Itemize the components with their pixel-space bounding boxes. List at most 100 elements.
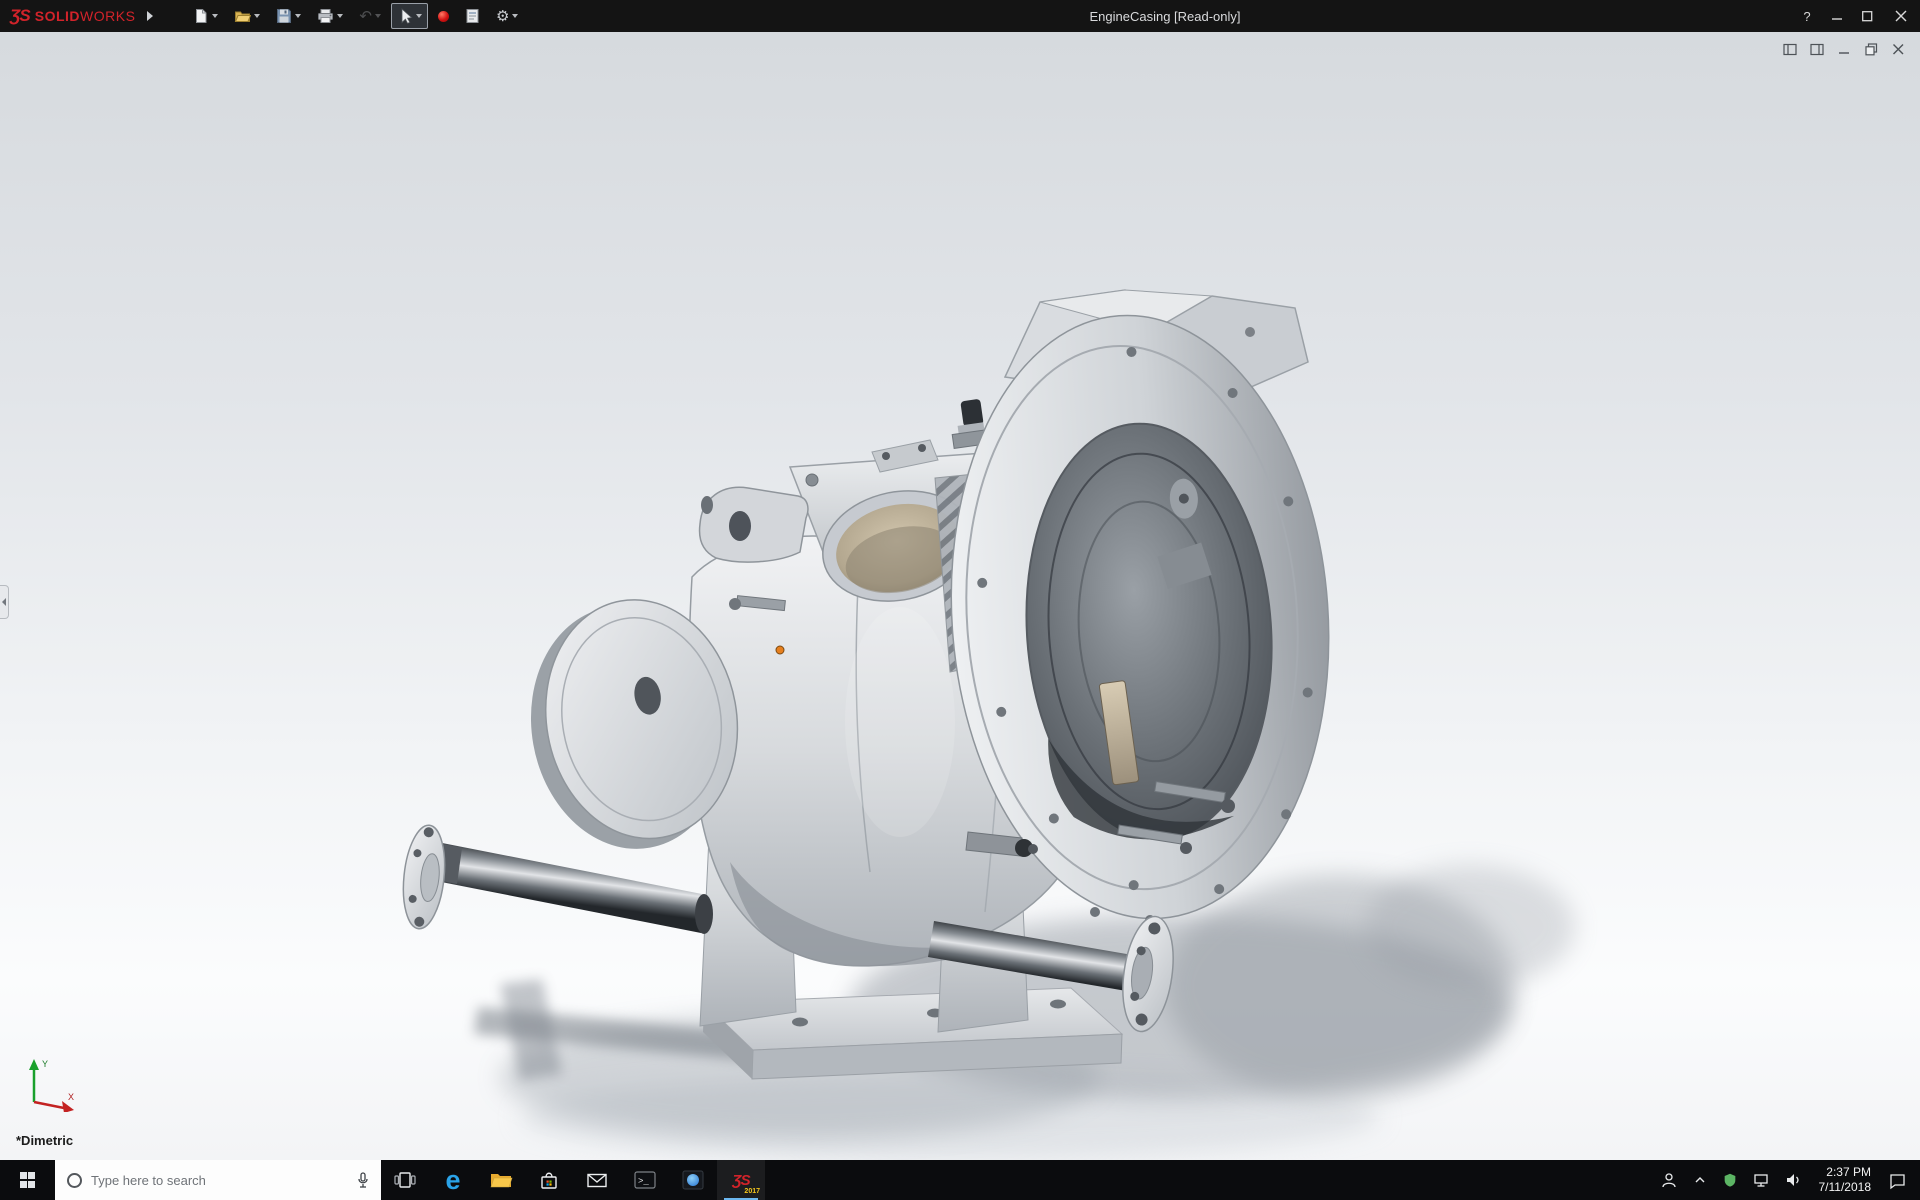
doc-minimize-icon	[1838, 51, 1849, 54]
dropdown-caret[interactable]	[254, 14, 261, 18]
minimize-button[interactable]	[1822, 0, 1852, 32]
system-tray: 2:37 PM 7/11/2018	[1653, 1160, 1920, 1200]
file-explorer-icon	[490, 1174, 513, 1188]
console-icon: >_	[634, 1171, 656, 1189]
dropdown-caret[interactable]	[295, 14, 302, 18]
dropdown-caret[interactable]	[212, 14, 219, 18]
clock-time: 2:37 PM	[1826, 1165, 1871, 1179]
pane-float-icon	[1782, 43, 1797, 55]
save-icon	[277, 9, 292, 23]
solidworks-logo: ƷS SOLIDWORKS	[0, 6, 143, 26]
clock-date: 7/11/2018	[1818, 1180, 1872, 1194]
gear-icon: ⚙	[495, 7, 510, 25]
pane-dock-icon	[1809, 43, 1824, 55]
select-button[interactable]	[390, 3, 428, 29]
orientation-triad[interactable]: Y X	[18, 1056, 82, 1112]
graphics-viewport[interactable]: Y X *Dimetric	[0, 32, 1920, 1160]
dropdown-caret[interactable]	[337, 14, 344, 18]
chevron-right-icon	[147, 11, 154, 21]
help-icon: ?	[1803, 8, 1811, 24]
chevron-up-icon	[1695, 1177, 1704, 1183]
undo-button[interactable]: ↶	[353, 3, 387, 29]
window-controls: ?	[1792, 0, 1920, 32]
search-input[interactable]	[91, 1172, 344, 1188]
document-window-controls	[1780, 40, 1908, 58]
maximize-icon	[1861, 10, 1872, 21]
doc-close-button[interactable]	[1888, 40, 1908, 58]
windows-logo-icon	[19, 1172, 36, 1188]
action-center-button[interactable]	[1881, 1160, 1914, 1200]
file-properties-icon	[466, 9, 479, 23]
engine-casing-model[interactable]	[0, 32, 1920, 1160]
defender-button[interactable]	[1715, 1160, 1745, 1200]
y-axis-label: Y	[42, 1059, 48, 1069]
microphone-icon[interactable]	[353, 1170, 373, 1190]
dock-pane-button[interactable]	[1807, 40, 1827, 58]
print-button[interactable]	[311, 3, 349, 29]
solidworks-app-icon: ƷS 2017	[732, 1171, 760, 1196]
help-button[interactable]: ?	[1792, 0, 1822, 32]
macro-record-button[interactable]	[432, 3, 455, 29]
close-button[interactable]	[1882, 0, 1920, 32]
undo-icon: ↶	[359, 7, 372, 25]
new-document-button[interactable]	[187, 3, 224, 29]
maximize-button[interactable]	[1852, 0, 1882, 32]
document-title: EngineCasing [Read-only]	[1089, 8, 1241, 24]
x-axis-arrow	[62, 1101, 74, 1112]
windows-taskbar: e >_ ƷS 2017 2:	[0, 1160, 1920, 1200]
file-explorer-button[interactable]	[477, 1160, 525, 1200]
volume-button[interactable]	[1777, 1160, 1809, 1200]
title-bar: ƷS SOLIDWORKS ↶ ⚙ EngineCasing [Read-onl…	[0, 0, 1920, 32]
tray-overflow-button[interactable]	[1685, 1160, 1715, 1200]
save-button[interactable]	[270, 3, 307, 29]
edge-button[interactable]: e	[429, 1160, 477, 1200]
x-axis-label: X	[68, 1092, 74, 1102]
record-icon	[437, 10, 449, 22]
network-button[interactable]	[1745, 1160, 1777, 1200]
mail-button[interactable]	[573, 1160, 621, 1200]
taskbar-clock[interactable]: 2:37 PM 7/11/2018	[1809, 1165, 1882, 1195]
options-button[interactable]: ⚙	[490, 3, 524, 29]
close-icon	[1895, 10, 1907, 22]
taskbar-search[interactable]	[55, 1160, 381, 1200]
dassault-3ds-mark: ƷS	[10, 6, 31, 25]
toolbar-flyout-button[interactable]	[143, 5, 157, 27]
photos-icon	[682, 1170, 704, 1190]
mail-icon	[587, 1173, 607, 1188]
file-properties-button[interactable]	[459, 3, 486, 29]
console-button[interactable]: >_	[621, 1160, 669, 1200]
store-icon	[541, 1172, 557, 1189]
solidworks-taskbar-button[interactable]: ƷS 2017	[717, 1160, 765, 1200]
photos-button[interactable]	[669, 1160, 717, 1200]
store-button[interactable]	[525, 1160, 573, 1200]
select-cursor-icon	[401, 8, 413, 24]
edge-icon: e	[445, 1164, 461, 1195]
print-icon	[318, 9, 334, 23]
volume-icon	[1786, 1174, 1799, 1186]
task-view-button[interactable]	[381, 1160, 429, 1200]
shield-icon	[1724, 1173, 1735, 1187]
dropdown-caret[interactable]	[415, 14, 422, 18]
task-view-icon	[394, 1172, 416, 1188]
dropdown-caret[interactable]	[512, 14, 519, 18]
dropdown-caret[interactable]	[374, 14, 381, 18]
network-icon	[1753, 1174, 1768, 1187]
float-pane-button[interactable]	[1780, 40, 1800, 58]
new-document-icon	[196, 9, 207, 23]
open-button[interactable]	[228, 3, 266, 29]
brand-wordmark: SOLIDWORKS	[34, 8, 136, 24]
minimize-icon	[1831, 17, 1842, 20]
selection-point[interactable]	[775, 645, 785, 655]
y-axis-arrow	[29, 1059, 39, 1070]
left-shaft-flange[interactable]	[399, 823, 450, 931]
console-glyph: >_	[638, 1177, 649, 1187]
people-button[interactable]	[1653, 1160, 1685, 1200]
open-folder-icon	[235, 11, 252, 22]
view-orientation-label: *Dimetric	[16, 1133, 74, 1148]
cortana-icon	[67, 1172, 82, 1188]
doc-minimize-button[interactable]	[1834, 40, 1854, 58]
action-center-icon	[1890, 1173, 1905, 1189]
solidworks-version-badge: 2017	[744, 1188, 760, 1195]
doc-restore-button[interactable]	[1861, 40, 1881, 58]
start-button[interactable]	[0, 1160, 55, 1200]
